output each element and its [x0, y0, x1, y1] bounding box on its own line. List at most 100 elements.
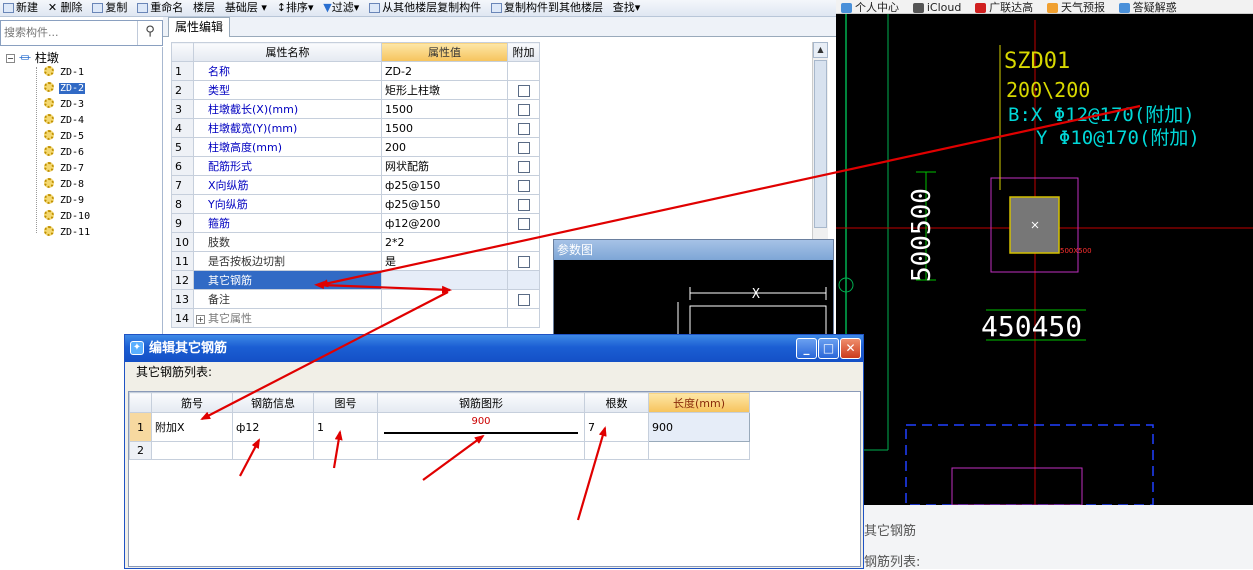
property-row[interactable]: 1 名称 ZD-2: [171, 61, 540, 81]
copy-to-floor-icon: [490, 3, 502, 13]
bookmark-icloud[interactable]: iCloud: [908, 2, 961, 13]
collapse-icon[interactable]: −: [6, 54, 15, 63]
cad-drawing-area[interactable]: SZD01 200\200 B:X Φ12@170(附加) Y Φ10@170(…: [836, 0, 1253, 505]
tree-item[interactable]: ZD-4: [44, 114, 85, 128]
attach-checkbox[interactable]: [517, 84, 530, 97]
copy-button[interactable]: 复制: [89, 1, 130, 16]
property-value[interactable]: ф25@150: [381, 194, 508, 214]
bookmark-qa[interactable]: 答疑解惑: [1114, 2, 1177, 13]
search-icon[interactable]: ⚲: [137, 21, 162, 45]
dropdown-arrow-icon: ▾: [261, 1, 267, 14]
filter-button[interactable]: ▼过滤▾: [320, 1, 362, 16]
tree-item[interactable]: ZD-5: [44, 130, 85, 144]
parameter-figure-drawing: X: [677, 287, 827, 347]
property-value[interactable]: [381, 270, 508, 290]
property-row[interactable]: 5 柱墩高度(mm) 200: [171, 137, 540, 157]
property-row[interactable]: 11 是否按板边切割是: [171, 251, 540, 271]
property-value[interactable]: 网状配筋: [381, 156, 508, 176]
tree-item[interactable]: ZD-8: [44, 178, 85, 192]
property-value[interactable]: 200: [381, 137, 508, 157]
tree-item[interactable]: ZD-10: [44, 210, 91, 224]
scroll-thumb[interactable]: [814, 60, 827, 228]
tree-item[interactable]: ZD-9: [44, 194, 85, 208]
attach-checkbox[interactable]: [517, 255, 530, 268]
tree-item-selected[interactable]: ZD-2: [44, 82, 86, 96]
new-button[interactable]: 新建: [0, 1, 41, 16]
property-value[interactable]: 矩形上柱墩: [381, 80, 508, 100]
sort-button[interactable]: ↕排序▾: [274, 1, 317, 16]
attach-checkbox[interactable]: [517, 198, 530, 211]
attach-checkbox[interactable]: [517, 160, 530, 173]
rebar-shape-line: [384, 431, 578, 434]
property-value[interactable]: ZD-2: [381, 61, 508, 81]
property-row[interactable]: 7 X向纵筋 ф25@150: [171, 175, 540, 195]
property-row[interactable]: 8 Y向纵筋 ф25@150: [171, 194, 540, 214]
attach-checkbox[interactable]: [517, 103, 530, 116]
floor-select[interactable]: 基础层 ▾: [222, 1, 270, 16]
property-value[interactable]: [381, 289, 508, 309]
property-value[interactable]: 是: [381, 251, 508, 271]
rebar-row-empty[interactable]: 2: [129, 441, 750, 460]
attach-checkbox[interactable]: [517, 122, 530, 135]
tree-item[interactable]: ZD-7: [44, 162, 85, 176]
property-value[interactable]: 1500: [381, 118, 508, 138]
rebar-list-label: 其它钢筋列表:: [136, 365, 213, 379]
property-row[interactable]: 9 箍筋 ф12@200: [171, 213, 540, 233]
toolbar: 新建 ✕ 删除 复制 重命名 楼层 基础层 ▾ ↕排序▾ ▼过滤▾ 从其他楼层复…: [0, 0, 836, 17]
attach-checkbox[interactable]: [517, 141, 530, 154]
shape-length-value: 900: [471, 415, 491, 427]
attach-checkbox[interactable]: [517, 293, 530, 306]
find-button[interactable]: 查找▾: [610, 1, 644, 16]
bookmark-personal-center[interactable]: 个人中心: [836, 2, 899, 13]
rebar-info-cell[interactable]: ф12: [232, 412, 314, 442]
figure-number-cell[interactable]: 1: [313, 412, 378, 442]
pier-icon: [44, 162, 54, 172]
bookmark-weather[interactable]: 天气预报: [1042, 2, 1105, 13]
bookmark-glodon[interactable]: 广联达高: [970, 2, 1033, 13]
rename-button[interactable]: 重命名: [134, 1, 186, 16]
tree-root[interactable]: − ⏛ 柱墩: [6, 50, 59, 66]
tab-bar: [163, 17, 836, 37]
tree-item[interactable]: ZD-6: [44, 146, 85, 160]
property-row-selected[interactable]: 12 其它钢筋: [171, 270, 540, 290]
attach-checkbox[interactable]: [517, 179, 530, 192]
bar-number-cell[interactable]: 附加X: [151, 412, 233, 442]
parameter-figure-title: 参数图: [554, 240, 833, 260]
cad-dim-vertical: 500500: [907, 188, 937, 282]
property-value[interactable]: ф25@150: [381, 175, 508, 195]
property-row[interactable]: 10 肢数 2*2: [171, 232, 540, 252]
property-row[interactable]: 4 柱墩截宽(Y)(mm) 1500: [171, 118, 540, 138]
rebar-shape-header: 钢筋图形: [377, 392, 585, 413]
minimize-icon[interactable]: _: [796, 338, 817, 359]
property-value[interactable]: 1500: [381, 99, 508, 119]
tree-item[interactable]: ZD-11: [44, 226, 91, 240]
delete-button[interactable]: ✕ 删除: [45, 1, 86, 16]
property-row[interactable]: 2 类型 矩形上柱墩: [171, 80, 540, 100]
length-cell[interactable]: 900: [648, 412, 750, 442]
property-row[interactable]: 3 柱墩截长(X)(mm) 1500: [171, 99, 540, 119]
tab-property-edit[interactable]: 属性编辑: [168, 17, 231, 37]
dialog-title-bar[interactable]: ✦ 编辑其它钢筋 _ □ ✕: [125, 335, 863, 362]
rebar-row[interactable]: 1 附加X ф12 1 900 7 900: [129, 412, 750, 442]
scroll-up-icon[interactable]: ▲: [813, 42, 828, 58]
property-row[interactable]: 13 备注: [171, 289, 540, 309]
copy-from-floor-icon: [369, 3, 381, 13]
copy-to-floor-button[interactable]: 复制构件到其他楼层: [488, 1, 606, 16]
qa-icon: [1118, 3, 1130, 13]
count-cell[interactable]: 7: [584, 412, 649, 442]
expand-icon[interactable]: +: [196, 315, 205, 324]
cad-dim-horizontal: 450450: [981, 310, 1082, 343]
attach-checkbox[interactable]: [517, 217, 530, 230]
property-value[interactable]: 2*2: [381, 232, 508, 252]
property-row[interactable]: 6 配筋形式 网状配筋: [171, 156, 540, 176]
property-row[interactable]: 14 + 其它属性: [171, 308, 540, 328]
rebar-shape-cell[interactable]: 900: [377, 412, 585, 442]
search-input[interactable]: [1, 21, 135, 43]
property-value[interactable]: ф12@200: [381, 213, 508, 233]
filter-icon: ▼: [323, 1, 332, 14]
close-icon[interactable]: ✕: [840, 338, 861, 359]
tree-item[interactable]: ZD-1: [44, 66, 85, 80]
maximize-icon[interactable]: □: [818, 338, 839, 359]
copy-from-floor-button[interactable]: 从其他楼层复制构件: [366, 1, 484, 16]
tree-item[interactable]: ZD-3: [44, 98, 85, 112]
